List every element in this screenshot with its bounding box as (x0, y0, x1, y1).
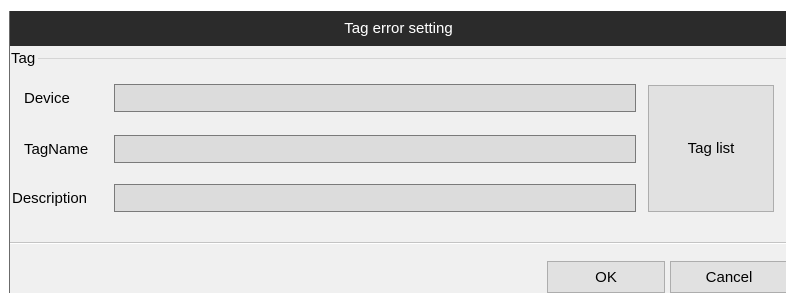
tag-error-setting-dialog: Tag error setting Tag Device TagName Des… (9, 11, 786, 293)
ok-button[interactable]: OK (547, 261, 665, 293)
tagname-field[interactable] (114, 135, 636, 163)
tag-list-button[interactable]: Tag list (648, 85, 774, 212)
description-label: Description (12, 190, 88, 207)
dialog-title: Tag error setting (10, 11, 786, 46)
footer-divider (10, 242, 786, 244)
cancel-button-label: Cancel (705, 268, 753, 286)
tagname-label: TagName (24, 141, 89, 158)
description-field[interactable] (114, 184, 636, 212)
device-field[interactable] (114, 84, 636, 112)
dialog-footer: OK Cancel (10, 245, 786, 293)
cancel-button[interactable]: Cancel (670, 261, 786, 293)
ok-button-label: OK (595, 268, 617, 286)
tag-list-button-label: Tag list (687, 140, 735, 157)
tag-group-title: Tag (11, 50, 39, 68)
device-label: Device (24, 90, 70, 107)
